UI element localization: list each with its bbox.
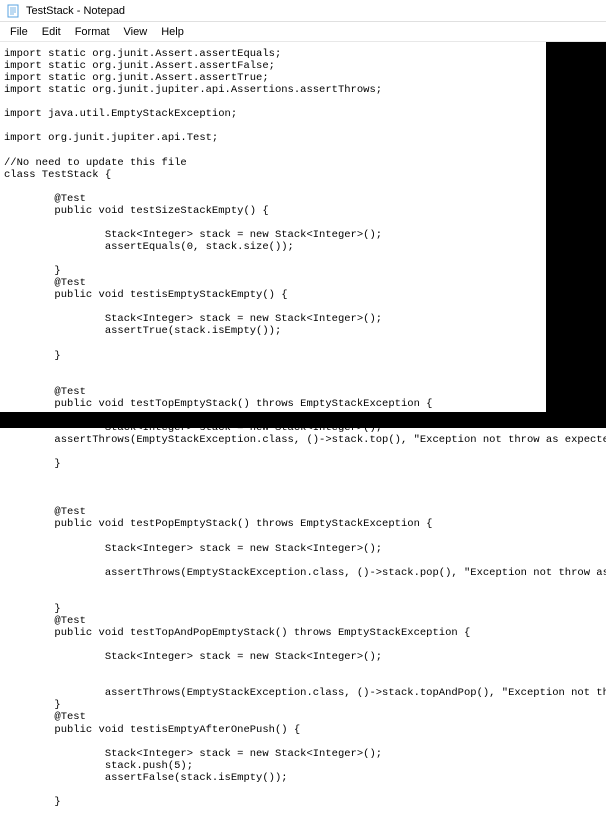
menu-edit[interactable]: Edit [36, 24, 67, 40]
window-title: TestStack - Notepad [26, 5, 125, 17]
menu-view[interactable]: View [118, 24, 154, 40]
menu-bar: File Edit Format View Help [0, 22, 606, 42]
menu-help[interactable]: Help [155, 24, 190, 40]
notepad-icon [6, 4, 20, 18]
menu-format[interactable]: Format [69, 24, 116, 40]
menu-file[interactable]: File [4, 24, 34, 40]
editor-area[interactable]: import static org.junit.Assert.assertEqu… [0, 42, 606, 820]
editor-wrap: import static org.junit.Assert.assertEqu… [0, 42, 606, 820]
title-bar: TestStack - Notepad [0, 0, 606, 22]
